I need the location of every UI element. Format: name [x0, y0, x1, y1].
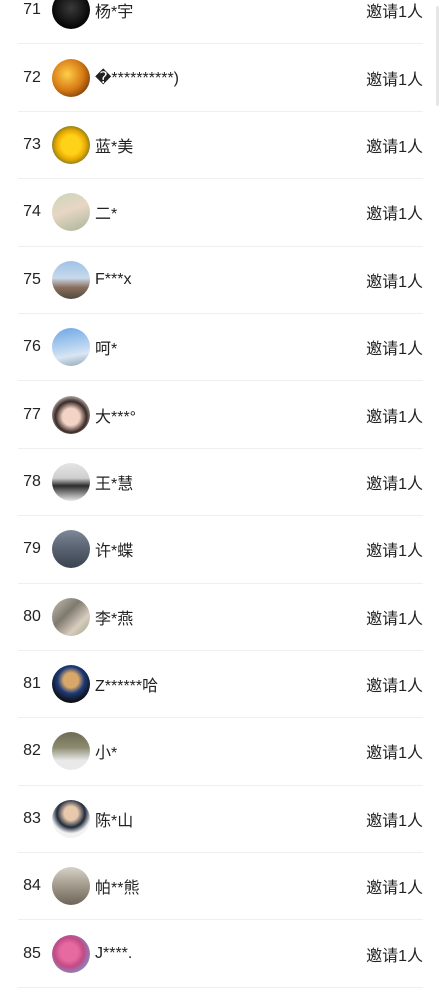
user-name: 小*	[95, 745, 118, 763]
invite-count: 邀请1人	[366, 543, 423, 561]
list-item[interactable]: 82 小* 邀请1人	[18, 718, 423, 786]
rank-number: 78	[23, 472, 41, 490]
user-name: 王*慧	[95, 475, 134, 493]
invite-count: 邀请1人	[366, 475, 423, 493]
user-name: 蓝*美	[95, 138, 134, 156]
user-name: F***x	[95, 270, 132, 288]
invite-count: 邀请1人	[366, 206, 423, 224]
rank-number: 73	[23, 135, 41, 153]
invite-count: 邀请1人	[366, 678, 423, 696]
avatar	[52, 934, 90, 973]
user-name: 帕**熊	[95, 880, 140, 898]
list-item[interactable]: 80 李*燕 邀请1人	[18, 584, 423, 651]
list-item[interactable]: 77 大***° 邀请1人	[18, 381, 423, 449]
invite-ranking-list: 71 杨*宇 邀请1人 72 �**********) 邀请1人 73 蓝*美 …	[0, 0, 441, 988]
rank-number: 79	[23, 540, 41, 558]
avatar	[52, 328, 90, 367]
invite-count: 邀请1人	[366, 610, 423, 628]
invite-count: 邀请1人	[366, 880, 423, 898]
invite-count: 邀请1人	[366, 273, 423, 291]
rank-number: 80	[23, 607, 41, 625]
list-item[interactable]: 79 许*蝶 邀请1人	[18, 516, 423, 584]
rank-number: 81	[23, 675, 41, 693]
rank-number: 74	[23, 203, 41, 221]
list-item[interactable]: 71 杨*宇 邀请1人	[18, 0, 423, 45]
list-item[interactable]: 76 呵* 邀请1人	[18, 314, 423, 382]
user-name: �**********)	[95, 69, 179, 87]
list-item[interactable]: 74 二* 邀请1人	[18, 179, 423, 247]
user-name: J****.	[95, 944, 133, 962]
user-name: 杨*宇	[95, 4, 134, 22]
invite-count: 邀请1人	[366, 341, 423, 359]
list-item[interactable]: 72 �**********) 邀请1人	[18, 44, 423, 112]
rank-number: 77	[23, 405, 41, 423]
user-name: 呵*	[95, 341, 118, 359]
invite-count: 邀请1人	[366, 408, 423, 426]
avatar	[52, 530, 90, 569]
invite-count: 邀请1人	[366, 4, 423, 22]
list-item[interactable]: 73 蓝*美 邀请1人	[18, 112, 423, 180]
avatar	[52, 0, 90, 30]
scrollbar[interactable]	[436, 6, 439, 106]
avatar	[52, 799, 90, 838]
avatar	[52, 125, 90, 164]
avatar	[52, 462, 90, 501]
rank-number: 82	[23, 742, 41, 760]
user-name: 大***°	[95, 408, 137, 426]
user-name: Z******哈	[95, 678, 159, 696]
list-item[interactable]: 85 J****. 邀请1人	[18, 920, 423, 988]
user-name: 二*	[95, 206, 118, 224]
rank-number: 85	[23, 944, 41, 962]
invite-count: 邀请1人	[366, 71, 423, 89]
invite-count: 邀请1人	[366, 812, 423, 830]
user-name: 李*燕	[95, 610, 134, 628]
invite-count: 邀请1人	[366, 745, 423, 763]
user-name: 许*蝶	[95, 543, 134, 561]
list-item[interactable]: 75 F***x 邀请1人	[18, 247, 423, 314]
list-item[interactable]: 78 王*慧 邀请1人	[18, 449, 423, 517]
invite-count: 邀请1人	[366, 138, 423, 156]
invite-count: 邀请1人	[366, 947, 423, 965]
rank-number: 76	[23, 338, 41, 356]
list-item[interactable]: 81 Z******哈 邀请1人	[18, 651, 423, 719]
list-item[interactable]: 84 帕**熊 邀请1人	[18, 853, 423, 921]
user-name: 陈*山	[95, 812, 134, 830]
rank-number: 72	[23, 68, 41, 86]
avatar	[52, 58, 90, 97]
avatar	[52, 665, 90, 704]
rank-number: 83	[23, 809, 41, 827]
avatar	[52, 867, 90, 906]
list-item[interactable]: 83 陈*山 邀请1人	[18, 786, 423, 854]
rank-number: 71	[23, 1, 41, 19]
rank-number: 75	[23, 270, 41, 288]
avatar	[52, 260, 90, 299]
rank-number: 84	[23, 877, 41, 895]
avatar	[52, 193, 90, 232]
avatar	[52, 395, 90, 434]
avatar	[52, 732, 90, 771]
avatar	[52, 597, 90, 636]
